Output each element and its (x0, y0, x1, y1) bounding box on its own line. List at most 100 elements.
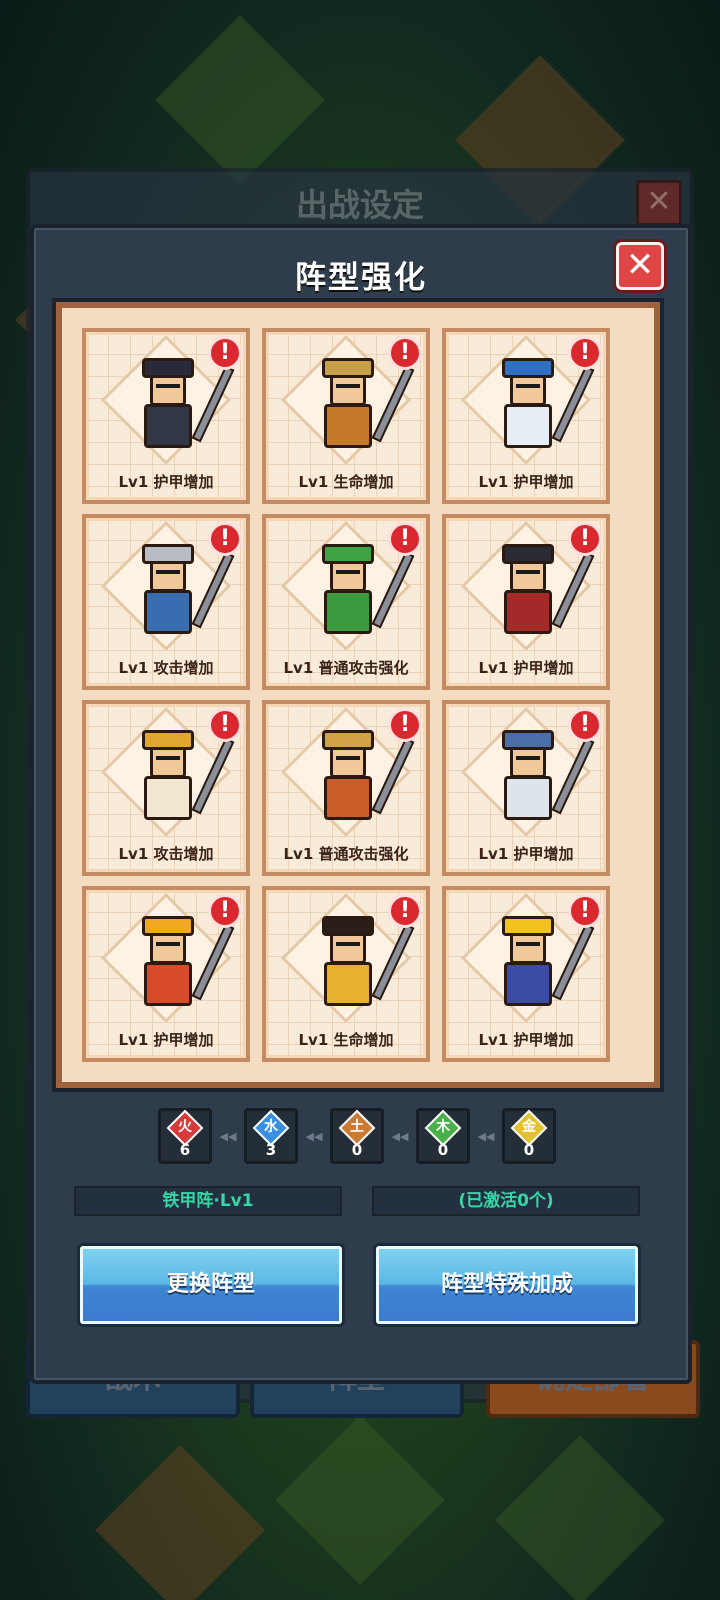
card-label: Lv1 攻击增加 (118, 659, 214, 677)
hero-card[interactable]: ! Lv1 护甲增加 (442, 886, 610, 1062)
hero-eyes (516, 756, 540, 762)
hero-portrait (128, 540, 235, 644)
weapon-icon (191, 365, 235, 443)
hero-eyes (516, 384, 540, 390)
hero-hat (322, 916, 374, 936)
hero-body (324, 404, 372, 448)
hero-body (144, 590, 192, 634)
alert-icon: ! (388, 336, 422, 370)
element-glyph: 金 (522, 1119, 536, 1135)
hero-eyes (336, 570, 360, 576)
hero-body (504, 962, 552, 1006)
hero-card[interactable]: ! Lv1 普通攻击强化 (262, 514, 430, 690)
card-label: Lv1 护甲增加 (478, 1031, 574, 1049)
modal-title: 阵型强化 (295, 260, 427, 296)
alert-icon: ! (208, 708, 242, 742)
alert-icon: ! (208, 336, 242, 370)
hero-hat (502, 358, 554, 378)
change-formation-button[interactable]: 更换阵型 (80, 1246, 342, 1324)
hero-hat (142, 358, 194, 378)
weapon-icon (551, 737, 595, 815)
element-counter: 火 6 (158, 1108, 212, 1164)
card-label: Lv1 护甲增加 (118, 1031, 214, 1049)
card-label: Lv1 生命增加 (298, 473, 394, 491)
hero-hat (142, 544, 194, 564)
special-bonus-button[interactable]: 阵型特殊加成 (376, 1246, 638, 1324)
weapon-icon (191, 923, 235, 1001)
element-count: 0 (437, 1141, 449, 1159)
deploy-close-icon: ✕ (636, 180, 682, 226)
element-count: 0 (523, 1141, 535, 1159)
element-counter: 木 0 (416, 1108, 470, 1164)
hero-portrait (128, 354, 235, 458)
hero-grid: ! Lv1 护甲增加 ! Lv1 生命增加 ! Lv1 护甲增加 ! Lv1 攻… (82, 328, 634, 1062)
hero-body (504, 590, 552, 634)
hero-portrait (308, 726, 415, 830)
hero-portrait (488, 726, 595, 830)
element-count: 3 (265, 1141, 277, 1159)
formation-level-label: 铁甲阵·Lv1 (74, 1186, 342, 1216)
hero-portrait (308, 354, 415, 458)
card-label: Lv1 护甲增加 (478, 659, 574, 677)
hero-card[interactable]: ! Lv1 护甲增加 (82, 886, 250, 1062)
hero-portrait (128, 912, 235, 1016)
hero-body (144, 962, 192, 1006)
hero-eyes (156, 756, 180, 762)
formation-enhance-modal: 阵型强化 ✕ ! Lv1 护甲增加 ! Lv1 生命增加 ! Lv1 护甲增加 … (30, 224, 692, 1384)
hero-card[interactable]: ! Lv1 攻击增加 (82, 514, 250, 690)
weapon-icon (371, 923, 415, 1001)
weapon-icon (371, 737, 415, 815)
hero-eyes (516, 942, 540, 948)
alert-icon: ! (388, 894, 422, 928)
alert-icon: ! (208, 894, 242, 928)
double-left-arrow-icon: ◀◀ (477, 1129, 495, 1143)
alert-icon: ! (568, 336, 602, 370)
card-label: Lv1 护甲增加 (478, 473, 574, 491)
hero-portrait (488, 540, 595, 644)
element-counter: 水 3 (244, 1108, 298, 1164)
hero-hat (502, 916, 554, 936)
element-glyph: 火 (178, 1119, 192, 1135)
double-left-arrow-icon: ◀◀ (305, 1129, 323, 1143)
hero-eyes (336, 942, 360, 948)
hero-hat (142, 916, 194, 936)
hero-card[interactable]: ! Lv1 护甲增加 (442, 514, 610, 690)
hero-portrait (488, 912, 595, 1016)
weapon-icon (191, 551, 235, 629)
card-label: Lv1 普通攻击强化 (283, 659, 409, 677)
hero-body (324, 962, 372, 1006)
weapon-icon (551, 551, 595, 629)
element-glyph: 木 (436, 1119, 450, 1135)
hero-body (144, 776, 192, 820)
hero-card[interactable]: ! Lv1 护甲增加 (442, 700, 610, 876)
activation-status-label: (已激活0个) (372, 1186, 640, 1216)
element-glyph: 水 (264, 1119, 278, 1135)
weapon-icon (191, 737, 235, 815)
hero-eyes (336, 756, 360, 762)
alert-icon: ! (208, 522, 242, 556)
double-left-arrow-icon: ◀◀ (391, 1129, 409, 1143)
hero-card[interactable]: ! Lv1 生命增加 (262, 886, 430, 1062)
card-label: Lv1 护甲增加 (118, 473, 214, 491)
hero-eyes (156, 384, 180, 390)
hero-body (144, 404, 192, 448)
hero-hat (322, 544, 374, 564)
alert-icon: ! (568, 522, 602, 556)
hero-card[interactable]: ! Lv1 普通攻击强化 (262, 700, 430, 876)
hero-hat (322, 358, 374, 378)
hero-portrait (488, 354, 595, 458)
hero-card[interactable]: ! Lv1 生命增加 (262, 328, 430, 504)
weapon-icon (551, 365, 595, 443)
alert-icon: ! (568, 708, 602, 742)
weapon-icon (371, 551, 415, 629)
hero-hat (142, 730, 194, 750)
hero-eyes (336, 384, 360, 390)
element-count: 0 (351, 1141, 363, 1159)
hero-card[interactable]: ! Lv1 攻击增加 (82, 700, 250, 876)
hero-card[interactable]: ! Lv1 护甲增加 (442, 328, 610, 504)
hero-body (504, 404, 552, 448)
hero-card[interactable]: ! Lv1 护甲增加 (82, 328, 250, 504)
close-icon[interactable]: ✕ (616, 242, 664, 290)
element-glyph: 土 (350, 1119, 364, 1135)
hero-portrait (308, 912, 415, 1016)
